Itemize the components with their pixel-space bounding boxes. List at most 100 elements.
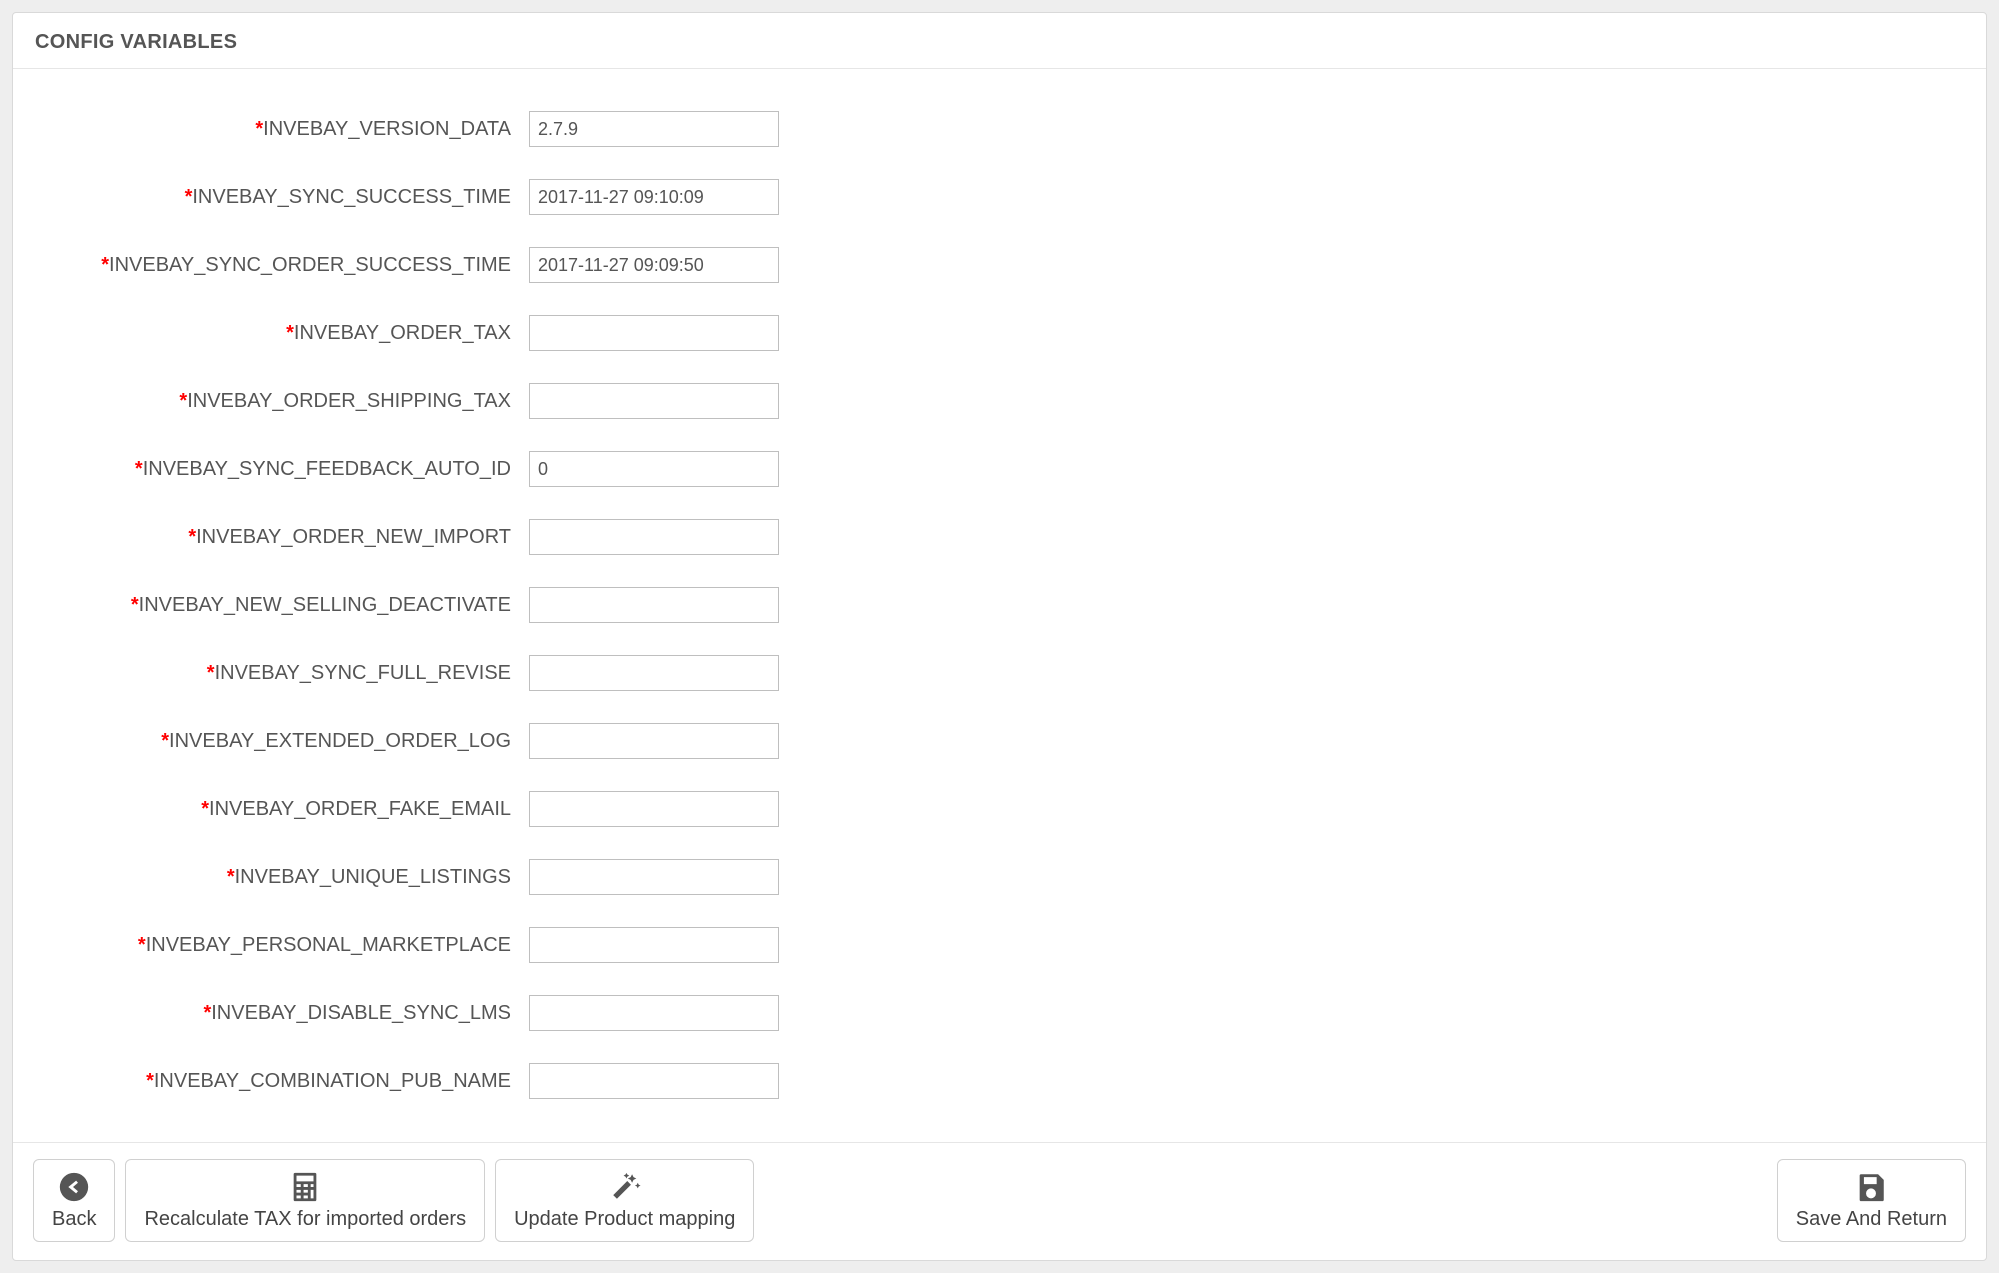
recalculate-tax-button-label: Recalculate TAX for imported orders: [144, 1208, 466, 1231]
update-product-mapping-button[interactable]: Update Product mapping: [495, 1159, 754, 1242]
config-input-cell: [529, 451, 779, 487]
config-row: *INVEBAY_SYNC_ORDER_SUCCESS_TIME: [37, 231, 1962, 299]
back-button[interactable]: Back: [33, 1159, 115, 1242]
config-label: *INVEBAY_VERSION_DATA: [37, 118, 529, 141]
config-row: *INVEBAY_EXTENDED_ORDER_LOG: [37, 707, 1962, 775]
config-label-text: INVEBAY_SYNC_SUCCESS_TIME: [192, 186, 511, 208]
config-input[interactable]: [529, 723, 779, 759]
config-row: *INVEBAY_PERSONAL_MARKETPLACE: [37, 911, 1962, 979]
required-asterisk: *: [286, 322, 294, 344]
config-input[interactable]: [529, 247, 779, 283]
config-label: *INVEBAY_ORDER_FAKE_EMAIL: [37, 798, 529, 821]
config-label: *INVEBAY_ORDER_NEW_IMPORT: [37, 526, 529, 549]
config-input[interactable]: [529, 859, 779, 895]
config-label-text: INVEBAY_COMBINATION_PUB_NAME: [154, 1070, 511, 1092]
config-input-cell: [529, 111, 779, 147]
config-label-text: INVEBAY_VERSION_DATA: [263, 118, 511, 140]
config-label: *INVEBAY_DISABLE_SYNC_LMS: [37, 1002, 529, 1025]
arrow-left-circle-icon: [57, 1168, 91, 1206]
config-label-text: INVEBAY_ORDER_SHIPPING_TAX: [187, 390, 511, 412]
config-input-cell: [529, 859, 779, 895]
required-asterisk: *: [207, 662, 215, 684]
required-asterisk: *: [101, 254, 109, 276]
config-input[interactable]: [529, 587, 779, 623]
config-label: *INVEBAY_SYNC_ORDER_SUCCESS_TIME: [37, 254, 529, 277]
panel-body: *INVEBAY_VERSION_DATA*INVEBAY_SYNC_SUCCE…: [13, 69, 1986, 1142]
config-label: *INVEBAY_SYNC_FEEDBACK_AUTO_ID: [37, 458, 529, 481]
config-input-cell: [529, 179, 779, 215]
panel-title: CONFIG VARIABLES: [35, 31, 1964, 54]
config-row: *INVEBAY_COMBINATION_PUB_NAME: [37, 1047, 1962, 1115]
config-label-text: INVEBAY_SYNC_FEEDBACK_AUTO_ID: [143, 458, 511, 480]
config-label-text: INVEBAY_NEW_SELLING_DEACTIVATE: [139, 594, 511, 616]
config-label-text: INVEBAY_DISABLE_SYNC_LMS: [211, 1002, 511, 1024]
config-label: *INVEBAY_PERSONAL_MARKETPLACE: [37, 934, 529, 957]
config-label: *INVEBAY_EXTENDED_ORDER_LOG: [37, 730, 529, 753]
config-label-text: INVEBAY_PERSONAL_MARKETPLACE: [146, 934, 511, 956]
config-input[interactable]: [529, 927, 779, 963]
config-input[interactable]: [529, 451, 779, 487]
config-row: *INVEBAY_ORDER_TAX: [37, 299, 1962, 367]
config-label-text: INVEBAY_SYNC_ORDER_SUCCESS_TIME: [109, 254, 511, 276]
back-button-label: Back: [52, 1208, 96, 1231]
config-label: *INVEBAY_ORDER_SHIPPING_TAX: [37, 390, 529, 413]
config-row: *INVEBAY_ORDER_FAKE_EMAIL: [37, 775, 1962, 843]
config-input-cell: [529, 655, 779, 691]
save-and-return-button[interactable]: Save And Return: [1777, 1159, 1966, 1242]
config-input-cell: [529, 519, 779, 555]
required-asterisk: *: [188, 526, 196, 548]
config-label: *INVEBAY_ORDER_TAX: [37, 322, 529, 345]
config-input-cell: [529, 927, 779, 963]
config-label-text: INVEBAY_SYNC_FULL_REVISE: [215, 662, 511, 684]
floppy-disk-icon: [1854, 1168, 1888, 1206]
config-label-text: INVEBAY_ORDER_TAX: [294, 322, 511, 344]
footer-spacer: [764, 1159, 1766, 1242]
config-input[interactable]: [529, 519, 779, 555]
config-label-text: INVEBAY_UNIQUE_LISTINGS: [235, 866, 511, 888]
config-input-cell: [529, 247, 779, 283]
recalculate-tax-button[interactable]: Recalculate TAX for imported orders: [125, 1159, 485, 1242]
update-product-mapping-button-label: Update Product mapping: [514, 1208, 735, 1231]
config-label: *INVEBAY_SYNC_SUCCESS_TIME: [37, 186, 529, 209]
required-asterisk: *: [201, 798, 209, 820]
config-row: *INVEBAY_ORDER_NEW_IMPORT: [37, 503, 1962, 571]
config-input[interactable]: [529, 791, 779, 827]
config-label: *INVEBAY_COMBINATION_PUB_NAME: [37, 1070, 529, 1093]
calculator-icon: [288, 1168, 322, 1206]
magic-wand-icon: [608, 1168, 642, 1206]
config-row: *INVEBAY_VERSION_DATA: [37, 95, 1962, 163]
config-label: *INVEBAY_SYNC_FULL_REVISE: [37, 662, 529, 685]
config-input[interactable]: [529, 179, 779, 215]
save-and-return-button-label: Save And Return: [1796, 1208, 1947, 1231]
config-input[interactable]: [529, 315, 779, 351]
config-input-cell: [529, 315, 779, 351]
config-input-cell: [529, 1063, 779, 1099]
config-row: *INVEBAY_ORDER_SHIPPING_TAX: [37, 367, 1962, 435]
config-row: *INVEBAY_SYNC_FEEDBACK_AUTO_ID: [37, 435, 1962, 503]
required-asterisk: *: [146, 1070, 154, 1092]
config-input-cell: [529, 723, 779, 759]
config-label-text: INVEBAY_ORDER_NEW_IMPORT: [196, 526, 511, 548]
required-asterisk: *: [161, 730, 169, 752]
panel-header: CONFIG VARIABLES: [13, 13, 1986, 69]
config-label-text: INVEBAY_ORDER_FAKE_EMAIL: [209, 798, 511, 820]
required-asterisk: *: [227, 866, 235, 888]
config-row: *INVEBAY_UNIQUE_LISTINGS: [37, 843, 1962, 911]
config-label-text: INVEBAY_EXTENDED_ORDER_LOG: [169, 730, 511, 752]
config-row: *INVEBAY_SYNC_SUCCESS_TIME: [37, 163, 1962, 231]
required-asterisk: *: [255, 118, 263, 140]
required-asterisk: *: [138, 934, 146, 956]
config-input-cell: [529, 791, 779, 827]
config-input[interactable]: [529, 111, 779, 147]
panel-footer: Back Recalculate TAX for imported orders…: [13, 1142, 1986, 1260]
required-asterisk: *: [135, 458, 143, 480]
config-input[interactable]: [529, 1063, 779, 1099]
config-input[interactable]: [529, 383, 779, 419]
config-row: *INVEBAY_SYNC_FULL_REVISE: [37, 639, 1962, 707]
config-row: *INVEBAY_NEW_SELLING_DEACTIVATE: [37, 571, 1962, 639]
config-variables-panel: CONFIG VARIABLES *INVEBAY_VERSION_DATA*I…: [12, 12, 1987, 1261]
config-row: *INVEBAY_DISABLE_SYNC_LMS: [37, 979, 1962, 1047]
config-input[interactable]: [529, 655, 779, 691]
config-input-cell: [529, 587, 779, 623]
config-input[interactable]: [529, 995, 779, 1031]
